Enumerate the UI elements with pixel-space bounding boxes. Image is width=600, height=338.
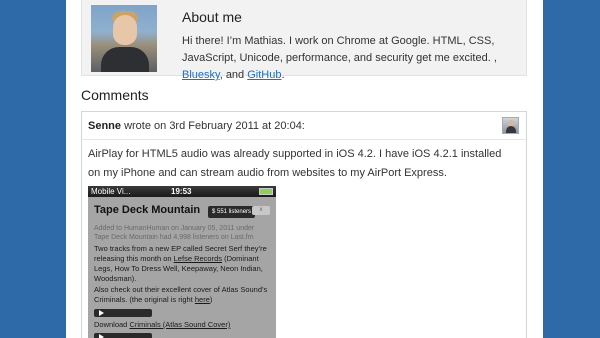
screenshot-added-text: Added to HumanHuman on January 05, 2011 … <box>94 225 255 241</box>
comment-meta: Senne wrote on 3rd February 2011 at 20:0… <box>88 120 305 132</box>
clock-label: 19:53 <box>171 187 192 196</box>
screenshot-paragraph-1: Two tracks from a new EP called Secret S… <box>94 244 267 283</box>
screenshot-download-line: Download Criminals (Atlas Sound Cover) <box>94 320 231 329</box>
listeners-badge: $ 551 listeners <box>208 206 256 218</box>
screenshot-paragraph-2: Also check out their excellent cover of … <box>94 285 268 304</box>
commenter-avatar <box>502 117 519 134</box>
audio-player-2 <box>94 333 152 338</box>
iphone-screenshot: Mobile Vi... 19:53 Tape Deck Mountain $ … <box>88 186 276 338</box>
carrier-label: Mobile Vi... <box>91 187 131 196</box>
about-text-end: . <box>281 69 285 81</box>
criminals-link: Criminals (Atlas Sound Cover) <box>129 320 231 329</box>
comment-author: Senne <box>88 120 122 132</box>
comment-date: wrote on 3rd February 2011 at 20:04: <box>121 120 305 132</box>
about-text-intro: Hi there! I’m Mathias. I work on Chrome … <box>182 35 497 64</box>
page: About me Hi there! I’m Mathias. I work o… <box>66 0 543 338</box>
comment-header: Senne wrote on 3rd February 2011 at 20:0… <box>82 112 526 140</box>
bluesky-link[interactable]: Bluesky <box>182 69 220 81</box>
comments-heading: Comments <box>81 87 149 103</box>
about-text-mid: , and <box>219 69 245 81</box>
screenshot-content: Tape Deck Mountain $ 551 listeners x Add… <box>88 197 276 338</box>
battery-icon <box>259 188 273 195</box>
comment-item: Senne wrote on 3rd February 2011 at 20:0… <box>81 111 527 338</box>
lefse-records-link: Lefse Records <box>173 254 222 263</box>
close-icon: x <box>252 206 270 215</box>
comment-text: AirPlay for HTML5 audio was already supp… <box>88 148 502 179</box>
about-text: Hi there! I’m Mathias. I work on Chrome … <box>182 33 527 84</box>
here-link: here <box>194 295 210 304</box>
audio-player-1 <box>94 309 152 317</box>
status-bar: Mobile Vi... 19:53 <box>88 186 276 197</box>
about-title: About me <box>182 9 242 25</box>
about-box: About me Hi there! I’m Mathias. I work o… <box>81 0 527 81</box>
author-photo <box>91 5 157 72</box>
github-link[interactable]: GitHub <box>247 69 281 81</box>
screenshot-title: Tape Deck Mountain <box>94 204 201 216</box>
